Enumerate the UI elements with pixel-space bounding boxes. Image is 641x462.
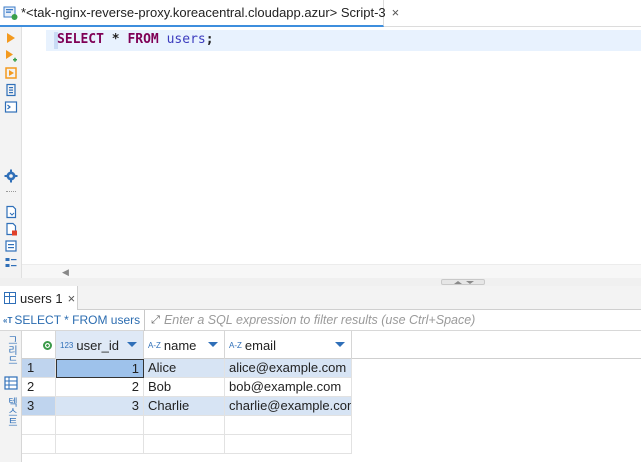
empty-cell [22, 435, 56, 454]
column-header-email[interactable]: A-Z email [225, 331, 352, 359]
table-row[interactable]: 2 2 Bob bob@example.com [22, 378, 641, 397]
row-number[interactable]: 1 [22, 359, 56, 378]
results-tab-users-1[interactable]: users 1 × [0, 286, 78, 310]
numeric-type-icon: 123 [60, 340, 74, 350]
editor-tab-bar: *<tak-nginx-reverse-proxy.koreacentral.c… [0, 0, 641, 27]
explain-plan-icon[interactable] [4, 83, 18, 97]
new-script-icon[interactable] [4, 205, 18, 219]
column-header-name[interactable]: A-Z name [144, 331, 225, 359]
column-header-label: name [163, 337, 197, 353]
sql-script-icon [3, 5, 19, 21]
grid-header: 123 user_id A-Z name A-Z email [22, 331, 641, 359]
close-icon[interactable]: × [68, 291, 76, 306]
close-icon[interactable]: × [392, 5, 400, 20]
editor-toolbar [0, 27, 22, 285]
filter-placeholder: Enter a SQL expression to filter results… [163, 313, 476, 327]
text-view-button[interactable]: 텍스트 [3, 397, 19, 430]
empty-cell [225, 416, 352, 435]
editor-tab-script-3[interactable]: *<tak-nginx-reverse-proxy.koreacentral.c… [0, 0, 399, 27]
keyword-select: SELECT [57, 32, 104, 47]
cell-email[interactable]: alice@example.com [225, 359, 352, 378]
expand-icon[interactable]: ⤢ [151, 314, 160, 327]
cell-name[interactable]: Alice [144, 359, 225, 378]
sql-query-icon: «T [3, 315, 13, 325]
delete-script-icon[interactable] [4, 222, 18, 236]
table-row[interactable]: 3 3 Charlie charlie@example.com [22, 397, 641, 416]
sort-dropdown-icon[interactable] [335, 342, 345, 347]
active-query-label[interactable]: «T SELECT * FROM users [0, 309, 146, 331]
splitter-handle[interactable] [441, 279, 485, 285]
table-row[interactable]: 1 1 Alice alice@example.com [22, 359, 641, 378]
editor-gutter [22, 27, 46, 264]
results-grid[interactable]: 123 user_id A-Z name A-Z email 1 1 Alice… [22, 331, 641, 462]
empty-cell [22, 416, 56, 435]
column-header-label: email [244, 337, 276, 353]
cell-email[interactable]: charlie@example.com [225, 397, 352, 416]
sql-code-line[interactable]: SELECT * FROM users; [57, 32, 214, 47]
settings-icon[interactable] [4, 169, 18, 183]
table-identifier: users [166, 32, 206, 47]
empty-cell [225, 435, 352, 454]
text-type-icon: A-Z [229, 340, 242, 350]
results-view-switcher: 그리드 텍스트 [0, 331, 22, 462]
text-type-icon: A-Z [148, 340, 161, 350]
row-number[interactable]: 3 [22, 397, 56, 416]
empty-cell [144, 435, 225, 454]
filter-input[interactable]: ⤢ Enter a SQL expression to filter resul… [145, 310, 641, 331]
cell-name[interactable]: Charlie [144, 397, 225, 416]
active-query-text: SELECT * FROM users [14, 313, 141, 327]
console-icon[interactable] [4, 100, 18, 114]
star-operator: * [111, 32, 120, 47]
grid-table-icon[interactable] [4, 376, 18, 390]
cell-user-id[interactable]: 2 [56, 378, 144, 397]
sql-editor[interactable]: SELECT * FROM users; [22, 27, 641, 264]
text-view-label: 텍스트 [5, 397, 17, 427]
grid-view-label: 그리드 [5, 335, 17, 365]
results-tab-bar: users 1 × [0, 286, 641, 310]
empty-cell [56, 416, 144, 435]
sort-dropdown-icon[interactable] [208, 342, 218, 347]
column-header-label: user_id [76, 337, 119, 353]
format-icon[interactable] [4, 256, 18, 270]
cell-user-id[interactable]: 3 [56, 397, 144, 416]
editor-tab-label: *<tak-nginx-reverse-proxy.koreacentral.c… [21, 5, 386, 20]
toolbar-divider [6, 191, 16, 192]
empty-row [22, 435, 641, 454]
cell-email[interactable]: bob@example.com [225, 378, 352, 397]
execute-script-icon[interactable] [4, 66, 18, 80]
grid-view-button[interactable]: 그리드 [3, 335, 19, 368]
empty-cell [144, 416, 225, 435]
sort-dropdown-icon[interactable] [127, 342, 137, 347]
execute-statement-icon[interactable] [4, 31, 18, 45]
keyword-from: FROM [127, 32, 159, 47]
export-icon[interactable] [4, 239, 18, 253]
empty-cell [56, 435, 144, 454]
filter-bar: «T SELECT * FROM users ⤢ Enter a SQL exp… [0, 309, 641, 331]
scroll-left-icon[interactable]: ◀ [62, 267, 69, 278]
panel-splitter[interactable] [0, 278, 641, 286]
execute-in-new-tab-icon[interactable] [4, 49, 18, 63]
table-grid-icon [4, 292, 16, 304]
editor-horizontal-scrollbar[interactable]: ◀ [22, 264, 641, 278]
column-header-user-id[interactable]: 123 user_id [56, 331, 144, 359]
empty-row [22, 416, 641, 435]
row-number-icon [43, 340, 52, 350]
row-number-header[interactable] [22, 331, 56, 359]
semicolon: ; [205, 32, 214, 47]
cell-user-id[interactable]: 1 [56, 359, 144, 378]
cell-name[interactable]: Bob [144, 378, 225, 397]
row-number[interactable]: 2 [22, 378, 56, 397]
results-tab-label: users 1 [20, 290, 63, 306]
